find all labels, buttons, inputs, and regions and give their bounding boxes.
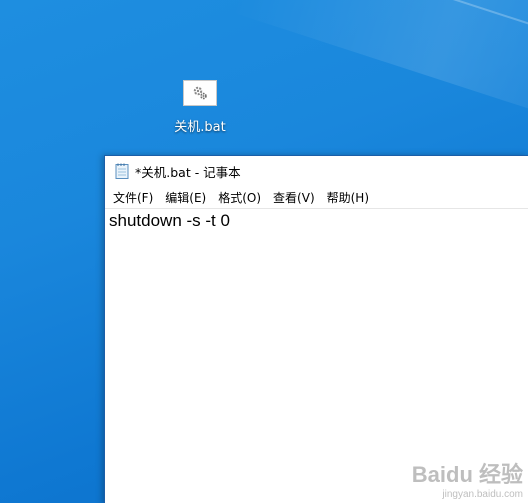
window-title: *关机.bat - 记事本 xyxy=(135,164,241,180)
menu-file[interactable]: 文件(F) xyxy=(107,187,159,208)
wallpaper-light xyxy=(231,0,528,142)
gears-icon xyxy=(183,80,217,106)
desktop-icon-bat-file[interactable]: 关机.bat xyxy=(166,80,234,135)
watermark: Baidu 经验 jingyan.baidu.com xyxy=(412,457,523,500)
desktop-icon-label: 关机.bat xyxy=(174,120,226,135)
menu-format[interactable]: 格式(O) xyxy=(212,187,267,208)
notepad-icon xyxy=(115,163,129,179)
menu-view[interactable]: 查看(V) xyxy=(267,187,321,208)
watermark-url: jingyan.baidu.com xyxy=(442,489,523,500)
desktop-background: 关机.bat *关机.bat - 记事本 文件(F) 编辑(E) 格式(O) 查… xyxy=(0,0,528,503)
title-bar[interactable]: *关机.bat - 记事本 xyxy=(105,156,528,186)
menu-edit[interactable]: 编辑(E) xyxy=(159,187,212,208)
menu-bar: 文件(F) 编辑(E) 格式(O) 查看(V) 帮助(H) xyxy=(105,186,528,209)
notepad-window[interactable]: *关机.bat - 记事本 文件(F) 编辑(E) 格式(O) 查看(V) 帮助… xyxy=(104,155,528,503)
menu-help[interactable]: 帮助(H) xyxy=(321,187,375,208)
watermark-brand: Baidu 经验 xyxy=(411,462,523,487)
editor-content[interactable]: shutdown -s -t 0 xyxy=(109,211,525,231)
